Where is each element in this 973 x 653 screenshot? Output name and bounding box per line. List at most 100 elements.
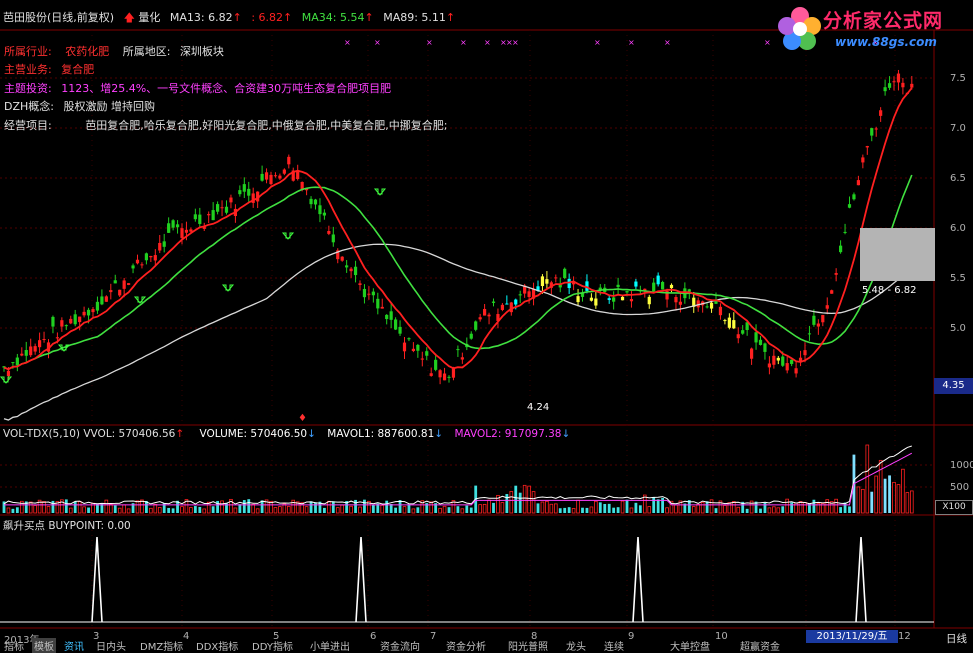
volume-bar bbox=[113, 505, 117, 513]
volume-bar bbox=[861, 488, 865, 514]
candle-body bbox=[175, 224, 180, 228]
price-tick: 5.0 bbox=[950, 323, 966, 334]
volume-bar bbox=[767, 507, 772, 514]
event-marker: × bbox=[764, 38, 771, 47]
volume-bar bbox=[674, 504, 678, 514]
candle-body bbox=[723, 320, 727, 322]
candle-body bbox=[207, 214, 211, 216]
candle-body bbox=[420, 358, 424, 360]
volume-bar bbox=[803, 502, 807, 514]
candle-body bbox=[861, 157, 865, 163]
event-marker: × bbox=[484, 38, 491, 47]
volume-bar bbox=[189, 507, 193, 514]
volume-bar bbox=[776, 507, 781, 514]
period-tab[interactable]: 日线 bbox=[946, 631, 967, 646]
candle-body bbox=[273, 175, 278, 177]
candle-body bbox=[736, 334, 740, 339]
candle-body bbox=[238, 190, 242, 195]
candle-body bbox=[242, 184, 246, 192]
volume-bar bbox=[709, 499, 714, 514]
quant-up-icon: 🡅 bbox=[123, 11, 135, 24]
logo-url[interactable]: www.88gs.com bbox=[835, 35, 937, 49]
candle-body bbox=[411, 348, 415, 352]
date-cursor-badge: 2013/11/29/五 bbox=[806, 630, 898, 643]
candle-body bbox=[140, 264, 144, 266]
stock-title[interactable]: 芭田股份(日线,前复权) bbox=[3, 11, 114, 24]
candle-body bbox=[825, 305, 829, 309]
candle-body bbox=[407, 338, 411, 340]
candle-body bbox=[193, 214, 197, 220]
volume-bar bbox=[447, 507, 451, 513]
volume-bar bbox=[594, 500, 598, 514]
candle-body bbox=[287, 156, 291, 165]
candle-body bbox=[38, 340, 42, 348]
buypoint-spike bbox=[355, 536, 367, 623]
candle-body bbox=[82, 311, 86, 316]
candle-body bbox=[843, 231, 847, 233]
candle-body bbox=[309, 198, 313, 205]
candle-body bbox=[113, 280, 117, 284]
candle-body bbox=[500, 304, 504, 310]
candle-body bbox=[229, 197, 233, 203]
candle-body bbox=[269, 174, 273, 185]
candle-body bbox=[727, 317, 731, 328]
candle-body bbox=[189, 229, 193, 232]
volume-bar bbox=[202, 508, 207, 514]
volume-bar bbox=[691, 506, 696, 514]
candle-body bbox=[620, 296, 625, 301]
volume-bar bbox=[839, 507, 842, 513]
ma13-extra-arrow: ↑ bbox=[283, 11, 293, 24]
candle-body bbox=[135, 259, 140, 264]
volume-bar bbox=[77, 501, 82, 514]
volume-bar bbox=[531, 491, 536, 514]
volume-bar bbox=[64, 499, 68, 513]
candle-body bbox=[652, 282, 656, 292]
volume-bar bbox=[865, 444, 870, 514]
date-tick: 7 bbox=[430, 631, 437, 642]
project-value: 芭田复合肥,哈乐复合肥,好阳光复合肥,中俄复合肥,中美复合肥,中挪复合肥; bbox=[85, 119, 448, 132]
volume-bar bbox=[109, 503, 113, 514]
volume-bar bbox=[358, 506, 362, 514]
business-key: 主营业务: bbox=[4, 63, 52, 76]
ma89-line bbox=[3, 243, 913, 421]
candle-body bbox=[474, 321, 478, 330]
volume-bar bbox=[167, 507, 171, 513]
volume-bar bbox=[260, 500, 264, 513]
date-tick: 12 bbox=[898, 631, 911, 642]
volume-bar bbox=[394, 507, 397, 513]
volume-bar bbox=[518, 492, 522, 513]
candle-body bbox=[447, 376, 451, 378]
range-label: 5.48 - 6.82 bbox=[862, 285, 917, 296]
volume-bar bbox=[349, 505, 353, 514]
event-marker: × bbox=[374, 38, 381, 47]
buypoint-spike bbox=[632, 536, 644, 623]
flower-logo-icon bbox=[778, 7, 821, 50]
candle-body bbox=[91, 309, 95, 313]
candle-body bbox=[149, 255, 153, 258]
volume-bar bbox=[848, 506, 851, 513]
volume-bar bbox=[278, 506, 282, 514]
volume-bar bbox=[304, 506, 309, 514]
candle-body bbox=[349, 268, 353, 272]
candle-body bbox=[260, 173, 264, 181]
candle-body bbox=[24, 350, 28, 356]
candle-body bbox=[758, 339, 763, 345]
volume-bar bbox=[135, 500, 140, 514]
candle-body bbox=[656, 275, 660, 285]
candle-body bbox=[380, 306, 384, 309]
candle-body bbox=[678, 301, 682, 305]
volume-bar bbox=[790, 502, 794, 513]
volume-bar bbox=[28, 501, 33, 514]
ma89-label: MA89: 5.11 bbox=[383, 11, 446, 24]
candle-body bbox=[514, 299, 518, 305]
volume-bar bbox=[812, 499, 816, 513]
volume-bar bbox=[745, 508, 749, 513]
volume-bar bbox=[629, 507, 634, 514]
volume-bar bbox=[153, 503, 158, 514]
candle-body bbox=[705, 306, 709, 308]
volume-bar bbox=[620, 500, 625, 514]
candle-body bbox=[180, 228, 184, 238]
candle-body bbox=[60, 320, 64, 327]
candle-body bbox=[42, 338, 46, 340]
candle-body bbox=[127, 283, 131, 285]
